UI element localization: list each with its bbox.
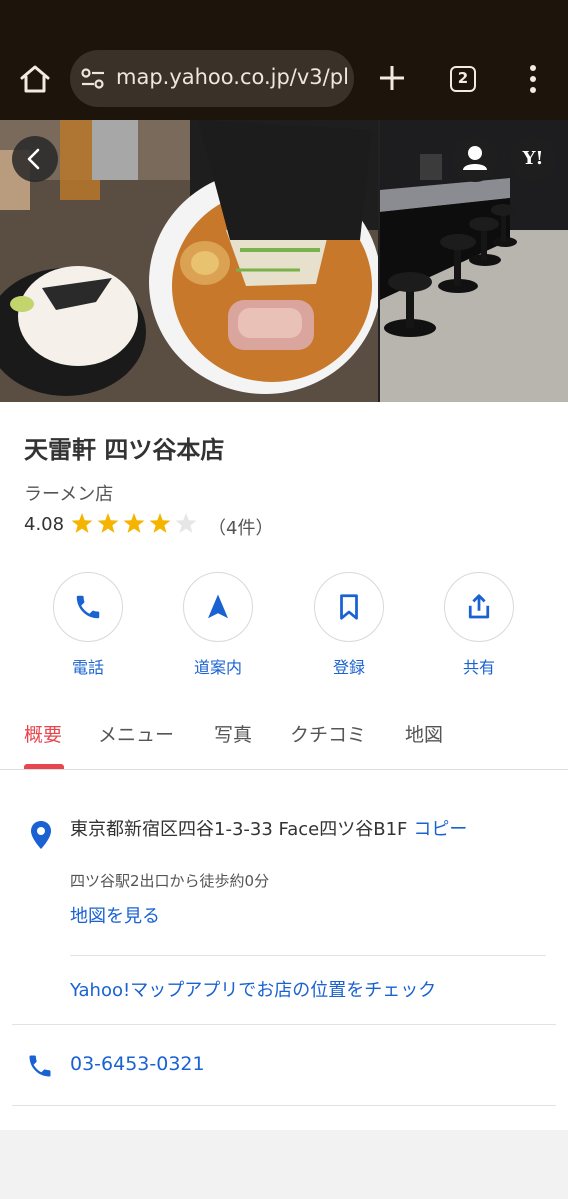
share-label[interactable]: 共有 (429, 654, 529, 678)
directions-action[interactable]: 道案内 (168, 572, 268, 678)
divider (70, 955, 546, 956)
save-label[interactable]: 登録 (299, 654, 399, 678)
yahoo-logo-button[interactable]: Y! (510, 136, 556, 182)
share-button[interactable] (444, 572, 514, 642)
call-label[interactable]: 電話 (38, 654, 138, 678)
navigation-arrow-icon (208, 594, 228, 619)
tab-menu[interactable]: メニュー (98, 720, 174, 747)
save-action[interactable]: 登録 (299, 572, 399, 678)
access-info: 四ツ谷駅2出口から徒歩約0分 (70, 872, 270, 890)
address-block: 東京都新宿区四谷1-3-33 Face四ツ谷B1F コピー (70, 816, 540, 843)
phone-number-link[interactable]: 03-6453-0321 (70, 1053, 205, 1075)
star-filled-icon (71, 513, 93, 533)
phone-icon (76, 595, 100, 619)
footer-area (0, 1130, 568, 1199)
account-button[interactable] (452, 136, 498, 182)
tab-map[interactable]: 地図 (405, 720, 443, 747)
app-promo-link[interactable]: Yahoo!マップアプリでお店の位置をチェック (70, 976, 436, 1002)
tab-overview[interactable]: 概要 (24, 720, 62, 747)
save-button[interactable] (314, 572, 384, 642)
site-settings-icon[interactable] (80, 67, 106, 91)
phone-icon (29, 1055, 51, 1077)
location-pin-icon (31, 821, 51, 849)
user-icon (463, 146, 487, 170)
review-count[interactable]: （4件） (208, 514, 273, 540)
address-text: 東京都新宿区四谷1-3-33 Face四ツ谷B1F (70, 819, 408, 840)
rating-value: 4.08 (24, 514, 65, 535)
detail-tabs: 概要 メニュー 写真 クチコミ 地図 (0, 700, 568, 770)
directions-button[interactable] (183, 572, 253, 642)
tab-switcher-button[interactable]: 2 (450, 66, 476, 92)
star-filled-icon (123, 513, 145, 533)
share-icon (468, 594, 490, 619)
divider (12, 1024, 556, 1025)
place-category: ラーメン店 (24, 484, 114, 505)
back-button[interactable] (12, 136, 58, 182)
more-menu-icon[interactable] (523, 64, 543, 94)
chevron-left-icon (27, 148, 40, 170)
copy-address-link[interactable]: コピー (413, 819, 467, 840)
star-filled-icon (149, 513, 171, 533)
browser-toolbar: map.yahoo.co.jp/v3/pl 2 (0, 0, 568, 120)
share-action[interactable]: 共有 (429, 572, 529, 678)
call-button[interactable] (53, 572, 123, 642)
bookmark-icon (340, 594, 358, 620)
star-filled-icon (97, 513, 119, 533)
tab-photos[interactable]: 写真 (214, 720, 252, 747)
address-bar[interactable]: map.yahoo.co.jp/v3/pl (70, 50, 354, 107)
tab-reviews[interactable]: クチコミ (290, 720, 366, 747)
directions-label[interactable]: 道案内 (168, 654, 268, 678)
rating-stars (71, 513, 197, 533)
call-action[interactable]: 電話 (38, 572, 138, 678)
place-name: 天雷軒 四ツ谷本店 (24, 436, 225, 464)
view-map-link[interactable]: 地図を見る (70, 902, 160, 928)
new-tab-icon[interactable] (376, 62, 408, 94)
home-icon[interactable] (18, 62, 52, 96)
url-text[interactable]: map.yahoo.co.jp/v3/pl (116, 65, 348, 89)
divider (0, 769, 568, 770)
divider (12, 1105, 556, 1106)
star-empty-icon (175, 513, 197, 533)
